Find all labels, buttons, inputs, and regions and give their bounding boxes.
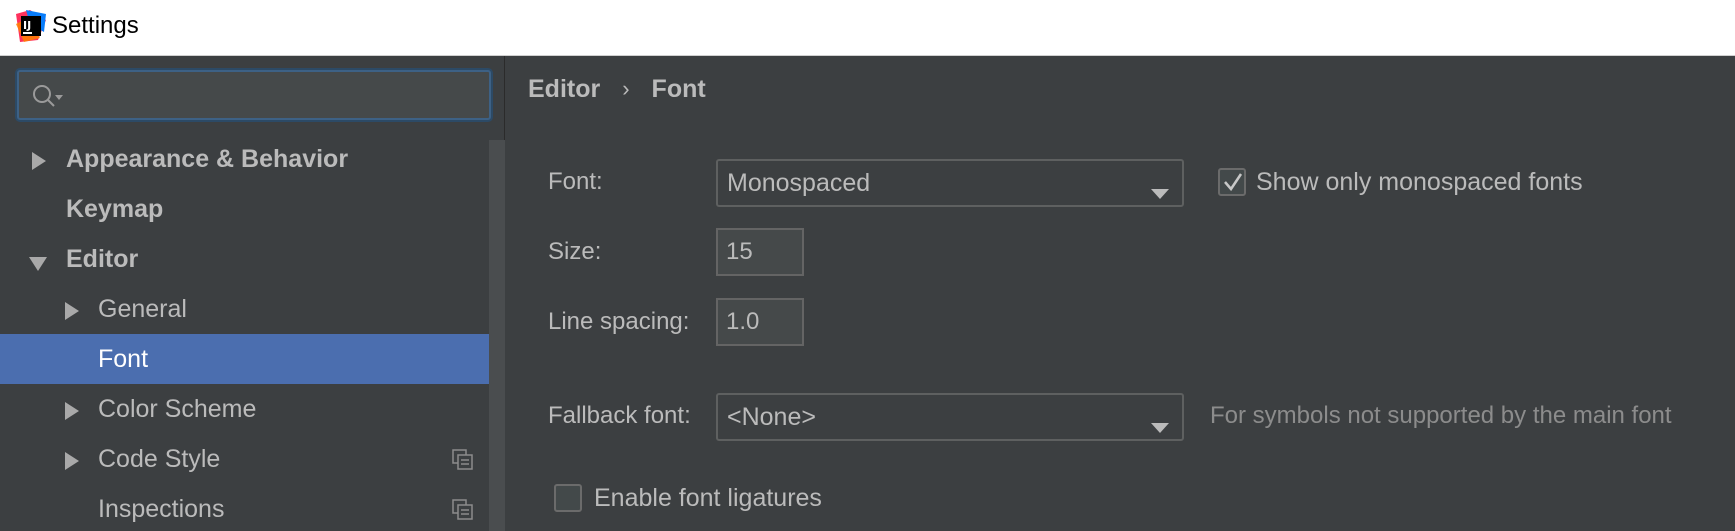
title-bar: IJ Settings	[0, 0, 1735, 56]
chevron-down-icon	[1150, 178, 1170, 199]
tree-item-appearance-behavior[interactable]: Appearance & Behavior	[0, 134, 505, 184]
show-monospaced-label[interactable]: Show only monospaced fonts	[1256, 168, 1583, 197]
tree-item-label: General	[98, 294, 187, 323]
tree-item-font[interactable]: Font	[0, 334, 505, 384]
line-spacing-label: Line spacing:	[548, 308, 690, 335]
search-box[interactable]	[17, 70, 491, 120]
search-icon[interactable]	[31, 83, 65, 109]
font-label: Font:	[548, 168, 603, 195]
line-spacing-field[interactable]: 1.0	[716, 298, 804, 346]
tree-item-label: Code Style	[98, 444, 221, 473]
settings-tree: Appearance & Behavior Keymap Editor Gene…	[0, 134, 505, 531]
tree-item-label: Inspections	[98, 494, 225, 523]
project-scope-copy-icon	[452, 499, 474, 521]
tree-item-editor[interactable]: Editor	[0, 234, 505, 284]
size-field[interactable]: 15	[716, 228, 804, 276]
size-label: Size:	[548, 238, 602, 265]
fallback-font-value: <None>	[727, 403, 816, 431]
project-scope-copy-icon	[452, 449, 474, 471]
fallback-font-dropdown[interactable]: <None>	[716, 393, 1184, 441]
tree-item-color-scheme[interactable]: Color Scheme	[0, 384, 505, 434]
tree-item-keymap[interactable]: Keymap	[0, 184, 505, 234]
window-title: Settings	[52, 12, 139, 39]
font-dropdown[interactable]: Monospaced	[716, 159, 1184, 207]
fallback-font-hint: For symbols not supported by the main fo…	[1210, 402, 1672, 429]
expand-arrow-icon[interactable]	[30, 149, 48, 170]
expand-arrow-icon[interactable]	[63, 399, 81, 420]
breadcrumb-current: Font	[651, 74, 706, 103]
intellij-logo-icon: IJ	[16, 10, 46, 42]
show-monospaced-checkbox[interactable]	[1218, 168, 1246, 196]
expand-arrow-icon[interactable]	[63, 299, 81, 320]
enable-ligatures-label[interactable]: Enable font ligatures	[594, 484, 822, 513]
sidebar-scrollbar[interactable]	[489, 140, 505, 531]
expand-arrow-icon[interactable]	[63, 449, 81, 470]
tree-item-label: Keymap	[66, 194, 164, 223]
enable-ligatures-checkbox[interactable]	[554, 484, 582, 512]
search-input[interactable]	[71, 78, 481, 112]
tree-item-label: Editor	[66, 244, 139, 273]
checkmark-icon	[1222, 171, 1244, 193]
settings-sidebar: Appearance & Behavior Keymap Editor Gene…	[0, 56, 505, 531]
svg-text:IJ: IJ	[23, 19, 31, 32]
breadcrumb: Editor › Font	[528, 72, 706, 106]
tree-item-general[interactable]: General	[0, 284, 505, 334]
settings-window: IJ Settings Appearance & Behavior Keymap…	[0, 0, 1735, 531]
tree-item-label: Font	[98, 344, 149, 373]
tree-item-code-style[interactable]: Code Style	[0, 434, 505, 484]
breadcrumb-parent[interactable]: Editor	[528, 75, 600, 104]
font-dropdown-value: Monospaced	[727, 169, 871, 197]
fallback-font-label: Fallback font:	[548, 402, 691, 429]
chevron-down-icon	[1150, 412, 1170, 433]
collapse-arrow-icon[interactable]	[28, 251, 48, 271]
breadcrumb-separator: ›	[622, 76, 630, 101]
tree-item-label: Appearance & Behavior	[66, 144, 349, 173]
tree-item-inspections[interactable]: Inspections	[0, 484, 505, 531]
tree-item-label: Color Scheme	[98, 394, 257, 423]
font-settings-panel: Editor › Font Font: Monospaced Show only…	[506, 56, 1735, 531]
